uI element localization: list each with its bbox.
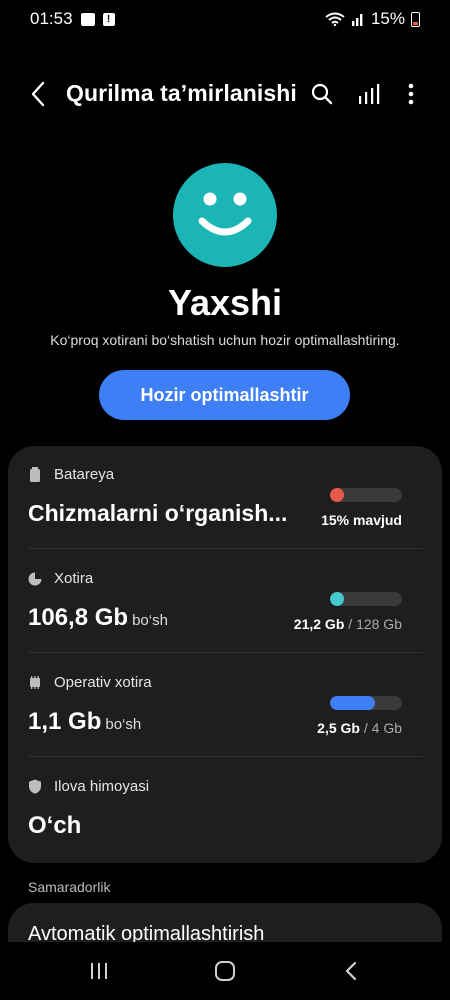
divider	[28, 652, 422, 653]
back-arrow-icon	[31, 81, 45, 107]
storage-free-amount: 106,8 Gb	[28, 604, 129, 631]
top-app-bar: Qurilma ta’mirlanishi	[0, 66, 450, 122]
memory-label: Operativ xotira	[54, 674, 152, 691]
search-button[interactable]	[306, 78, 338, 110]
status-bar: 01:53 ! 15%	[0, 0, 450, 38]
status-time: 01:53	[30, 9, 73, 28]
storage-free-unit: bo‘sh	[132, 612, 168, 629]
optimize-now-button[interactable]: Hozir optimallashtir	[99, 370, 350, 420]
battery-value: Chizmalarni o‘rganish...	[28, 500, 288, 526]
device-status-title: Yaxshi	[167, 282, 283, 323]
battery-caption: 15% mavjud	[321, 512, 402, 528]
device-care-card: Batareya Chizmalarni o‘rganish... 15% ma…	[8, 446, 442, 863]
more-options-button[interactable]	[395, 78, 427, 110]
status-bar-right: 15%	[325, 9, 420, 29]
storage-row[interactable]: Xotira 106,8 Gb bo‘sh 21,2 Gb / 128 Gb	[28, 570, 422, 652]
back-nav-button[interactable]	[331, 956, 371, 986]
app-protection-value: O‘ch	[28, 812, 82, 839]
wifi-icon	[325, 12, 345, 26]
status-bar-left: 01:53 !	[30, 9, 115, 29]
memory-free-value: 1,1 Gb bo‘sh	[28, 708, 141, 736]
battery-row[interactable]: Batareya Chizmalarni o‘rganish... 15% ma…	[28, 466, 422, 548]
battery-icon	[30, 467, 40, 482]
storage-total: 128 Gb	[356, 616, 402, 632]
divider	[28, 756, 422, 757]
diagnostics-button[interactable]	[353, 78, 385, 110]
home-icon	[215, 961, 235, 981]
shield-icon	[29, 779, 41, 794]
memory-chip-icon	[30, 676, 40, 689]
app-protection-label: Ilova himoyasi	[54, 778, 150, 795]
battery-progress-fill	[330, 488, 344, 502]
home-button[interactable]	[205, 956, 245, 986]
memory-separator: /	[359, 720, 372, 736]
battery-label: Batareya	[54, 466, 115, 483]
divider	[28, 548, 422, 549]
signal-icon	[351, 14, 363, 26]
battery-percent: 15%	[370, 9, 405, 28]
alert-notification-icon: !	[102, 12, 115, 26]
recent-apps-button[interactable]	[79, 956, 119, 986]
bar-chart-icon	[359, 84, 380, 104]
status-face-icon	[173, 163, 277, 267]
storage-separator: /	[344, 616, 357, 632]
back-nav-icon	[345, 961, 357, 981]
navigation-bar	[0, 942, 450, 1000]
memory-free-unit: bo‘sh	[105, 716, 142, 733]
memory-progress-bar	[330, 696, 402, 710]
more-vertical-icon	[408, 83, 414, 105]
app-protection-row[interactable]: Ilova himoyasi O‘ch	[28, 778, 422, 860]
storage-usage-caption: 21,2 Gb / 128 Gb	[294, 616, 402, 632]
performance-section-label: Samaradorlik	[28, 879, 111, 895]
recent-apps-icon	[91, 963, 107, 979]
battery-icon	[411, 11, 420, 27]
page-title: Qurilma ta’mirlanishi	[66, 80, 297, 106]
gallery-notification-icon	[80, 12, 95, 26]
memory-progress-fill	[330, 696, 375, 710]
search-icon	[311, 83, 333, 105]
memory-row[interactable]: Operativ xotira 1,1 Gb bo‘sh 2,5 Gb / 4 G…	[28, 674, 422, 756]
device-status-message: Ko‘proq xotirani bo‘shatish uchun hozir …	[50, 332, 400, 348]
storage-used: 21,2 Gb	[293, 616, 345, 632]
memory-usage-caption: 2,5 Gb / 4 Gb	[317, 720, 402, 736]
battery-progress-bar	[330, 488, 402, 502]
storage-label: Xotira	[54, 570, 94, 587]
back-button[interactable]	[22, 78, 54, 110]
memory-used: 2,5 Gb	[317, 720, 360, 736]
smiley-icon	[198, 192, 252, 236]
storage-progress-fill	[330, 592, 344, 606]
storage-progress-bar	[330, 592, 402, 606]
storage-free-value: 106,8 Gb bo‘sh	[28, 604, 168, 632]
memory-free-amount: 1,1 Gb	[28, 708, 102, 735]
memory-total: 4 Gb	[371, 720, 402, 736]
storage-pie-icon	[28, 572, 42, 586]
